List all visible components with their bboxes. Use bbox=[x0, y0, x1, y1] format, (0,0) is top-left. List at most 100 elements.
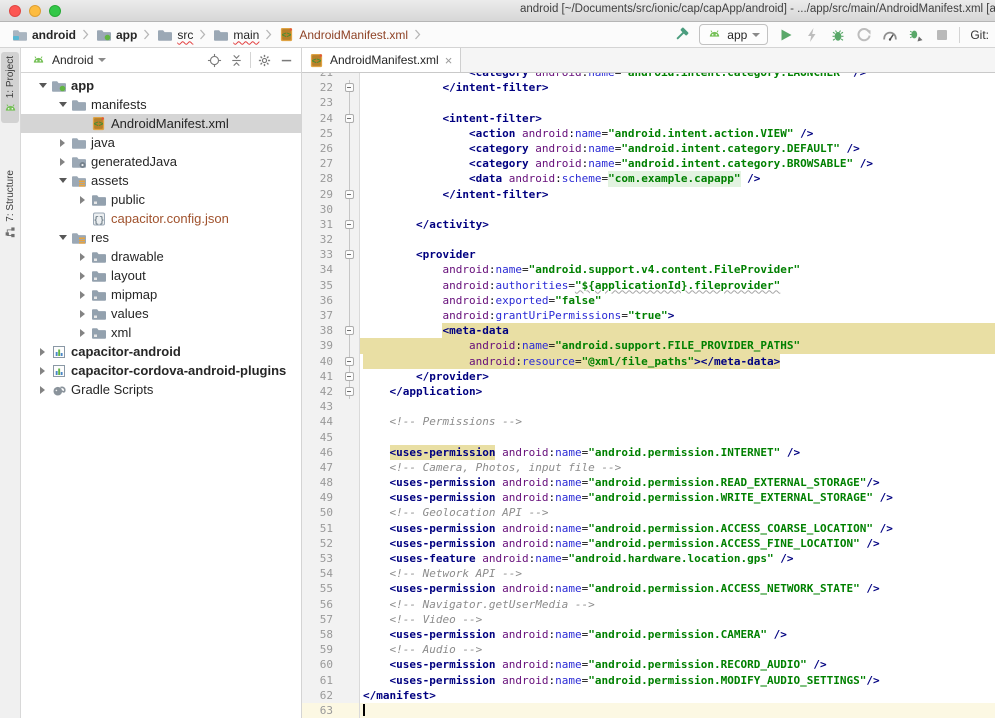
tree-item-values[interactable]: values bbox=[21, 304, 301, 323]
code-line-32[interactable]: 32 bbox=[302, 232, 995, 247]
code-line-53[interactable]: 53 <uses-feature android:name="android.h… bbox=[302, 551, 995, 566]
build-hammer-icon[interactable] bbox=[673, 26, 690, 43]
tree-item-drawable[interactable]: drawable bbox=[21, 247, 301, 266]
code-line-52[interactable]: 52 <uses-permission android:name="androi… bbox=[302, 536, 995, 551]
close-window-button[interactable] bbox=[9, 5, 21, 17]
collapsed-arrow-icon[interactable] bbox=[75, 196, 90, 204]
tree-item-androidmanifest-xml[interactable]: <>AndroidManifest.xml bbox=[21, 114, 301, 133]
expanded-arrow-icon[interactable] bbox=[55, 235, 70, 240]
locate-icon[interactable] bbox=[206, 52, 223, 69]
code-line-54[interactable]: 54 <!-- Network API --> bbox=[302, 566, 995, 581]
code-line-47[interactable]: 47 <!-- Camera, Photos, input file --> bbox=[302, 460, 995, 475]
code-line-27[interactable]: 27 <category android:name="android.inten… bbox=[302, 156, 995, 171]
project-view-selector[interactable]: Android bbox=[52, 53, 93, 67]
code-editor[interactable]: 21 <category android:name="android.inten… bbox=[302, 73, 995, 718]
expanded-arrow-icon[interactable] bbox=[55, 102, 70, 107]
expanded-arrow-icon[interactable] bbox=[35, 83, 50, 88]
breadcrumb-item-android[interactable]: android bbox=[8, 26, 79, 44]
minimize-window-button[interactable] bbox=[29, 5, 41, 17]
collapsed-arrow-icon[interactable] bbox=[35, 386, 50, 394]
code-line-28[interactable]: 28 <data android:scheme="com.example.cap… bbox=[302, 171, 995, 186]
code-line-31[interactable]: 31 </activity> bbox=[302, 217, 995, 232]
tree-item-gradle-scripts[interactable]: Gradle Scripts bbox=[21, 380, 301, 399]
tree-item-capacitor-config-json[interactable]: {}capacitor.config.json bbox=[21, 209, 301, 228]
tree-item-xml[interactable]: xml bbox=[21, 323, 301, 342]
code-line-38[interactable]: 38 <meta-data bbox=[302, 323, 995, 338]
code-line-58[interactable]: 58 <uses-permission android:name="androi… bbox=[302, 627, 995, 642]
collapsed-arrow-icon[interactable] bbox=[75, 310, 90, 318]
fold-marker-icon[interactable] bbox=[339, 323, 360, 338]
expanded-arrow-icon[interactable] bbox=[55, 178, 70, 183]
code-line-56[interactable]: 56 <!-- Navigator.getUserMedia --> bbox=[302, 597, 995, 612]
code-line-50[interactable]: 50 <!-- Geolocation API --> bbox=[302, 505, 995, 520]
debug-icon[interactable] bbox=[829, 26, 846, 43]
tree-item-manifests[interactable]: manifests bbox=[21, 95, 301, 114]
fold-marker-icon[interactable] bbox=[339, 384, 360, 399]
collapsed-arrow-icon[interactable] bbox=[75, 253, 90, 261]
code-line-60[interactable]: 60 <uses-permission android:name="androi… bbox=[302, 657, 995, 672]
fold-marker-icon[interactable] bbox=[339, 247, 360, 262]
git-widget[interactable]: Git: bbox=[969, 28, 989, 42]
code-line-21[interactable]: 21 <category android:name="android.inten… bbox=[302, 73, 995, 80]
structure-tool-button[interactable]: 7: Structure bbox=[1, 166, 19, 245]
code-line-25[interactable]: 25 <action android:name="android.intent.… bbox=[302, 126, 995, 141]
tree-item-res[interactable]: res bbox=[21, 228, 301, 247]
breadcrumb-item-main[interactable]: main bbox=[209, 26, 262, 44]
breadcrumb-item-androidmanifest-xml[interactable]: <>AndroidManifest.xml bbox=[275, 26, 411, 44]
tree-item-capacitor-cordova-android-plugins[interactable]: capacitor-cordova-android-plugins bbox=[21, 361, 301, 380]
tree-item-java[interactable]: java bbox=[21, 133, 301, 152]
fold-marker-icon[interactable] bbox=[339, 80, 360, 95]
tree-item-mipmap[interactable]: mipmap bbox=[21, 285, 301, 304]
code-line-61[interactable]: 61 <uses-permission android:name="androi… bbox=[302, 673, 995, 688]
tree-item-public[interactable]: public bbox=[21, 190, 301, 209]
code-line-51[interactable]: 51 <uses-permission android:name="androi… bbox=[302, 521, 995, 536]
code-line-24[interactable]: 24 <intent-filter> bbox=[302, 111, 995, 126]
code-line-48[interactable]: 48 <uses-permission android:name="androi… bbox=[302, 475, 995, 490]
collapse-all-icon[interactable] bbox=[228, 52, 245, 69]
zoom-window-button[interactable] bbox=[49, 5, 61, 17]
run-configuration-select[interactable]: app bbox=[699, 24, 768, 45]
fold-marker-icon[interactable] bbox=[339, 369, 360, 384]
code-line-45[interactable]: 45 bbox=[302, 430, 995, 445]
attach-debugger-icon[interactable] bbox=[907, 26, 924, 43]
code-line-43[interactable]: 43 bbox=[302, 399, 995, 414]
code-line-35[interactable]: 35 android:authorities="${applicationId}… bbox=[302, 278, 995, 293]
code-line-26[interactable]: 26 <category android:name="android.inten… bbox=[302, 141, 995, 156]
tree-item-generatedjava[interactable]: generatedJava bbox=[21, 152, 301, 171]
code-line-62[interactable]: 62</manifest> bbox=[302, 688, 995, 703]
code-line-59[interactable]: 59 <!-- Audio --> bbox=[302, 642, 995, 657]
profiler-icon[interactable] bbox=[881, 26, 898, 43]
code-line-55[interactable]: 55 <uses-permission android:name="androi… bbox=[302, 581, 995, 596]
code-line-41[interactable]: 41 </provider> bbox=[302, 369, 995, 384]
code-line-63[interactable]: 63 bbox=[302, 703, 995, 718]
collapsed-arrow-icon[interactable] bbox=[35, 348, 50, 356]
fold-marker-icon[interactable] bbox=[339, 354, 360, 369]
tree-item-capacitor-android[interactable]: capacitor-android bbox=[21, 342, 301, 361]
collapsed-arrow-icon[interactable] bbox=[55, 158, 70, 166]
project-tool-button[interactable]: 1: Project bbox=[1, 52, 19, 123]
fold-marker-icon[interactable] bbox=[339, 187, 360, 202]
code-line-37[interactable]: 37 android:grantUriPermissions="true"> bbox=[302, 308, 995, 323]
code-line-39[interactable]: 39 android:name="android.support.FILE_PR… bbox=[302, 338, 995, 353]
code-line-46[interactable]: 46 <uses-permission android:name="androi… bbox=[302, 445, 995, 460]
collapsed-arrow-icon[interactable] bbox=[55, 139, 70, 147]
code-line-40[interactable]: 40 android:resource="@xml/file_paths"></… bbox=[302, 354, 995, 369]
fold-marker-icon[interactable] bbox=[339, 217, 360, 232]
breadcrumb-item-app[interactable]: app bbox=[92, 26, 140, 44]
collapsed-arrow-icon[interactable] bbox=[75, 291, 90, 299]
code-line-22[interactable]: 22 </intent-filter> bbox=[302, 80, 995, 95]
code-line-29[interactable]: 29 </intent-filter> bbox=[302, 187, 995, 202]
fold-marker-icon[interactable] bbox=[339, 111, 360, 126]
code-line-23[interactable]: 23 bbox=[302, 95, 995, 110]
code-line-57[interactable]: 57 <!-- Video --> bbox=[302, 612, 995, 627]
code-line-44[interactable]: 44 <!-- Permissions --> bbox=[302, 414, 995, 429]
tree-item-assets[interactable]: assets bbox=[21, 171, 301, 190]
chevron-down-icon[interactable] bbox=[98, 58, 106, 62]
tab-androidmanifest[interactable]: <> AndroidManifest.xml × bbox=[302, 48, 461, 72]
tree-item-app[interactable]: app bbox=[21, 76, 301, 95]
code-line-36[interactable]: 36 android:exported="false" bbox=[302, 293, 995, 308]
run-icon[interactable] bbox=[777, 26, 794, 43]
collapsed-arrow-icon[interactable] bbox=[35, 367, 50, 375]
code-line-49[interactable]: 49 <uses-permission android:name="androi… bbox=[302, 490, 995, 505]
hide-panel-icon[interactable] bbox=[278, 52, 295, 69]
